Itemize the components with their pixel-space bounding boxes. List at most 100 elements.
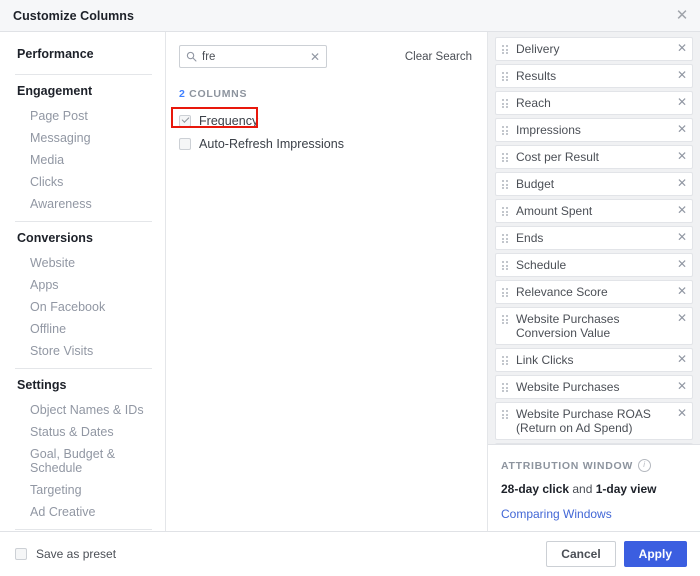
- sidebar-item-targeting[interactable]: Targeting: [0, 479, 165, 501]
- sidebar-heading-engagement[interactable]: Engagement: [0, 78, 165, 105]
- close-icon[interactable]: ✕: [677, 407, 687, 420]
- drag-handle-icon[interactable]: [502, 356, 509, 365]
- drag-handle-icon[interactable]: [502, 153, 509, 162]
- column-option-checkbox[interactable]: [179, 137, 191, 150]
- drag-handle-icon[interactable]: [502, 315, 509, 324]
- drag-handle-icon[interactable]: [502, 288, 509, 297]
- search-input[interactable]: [202, 50, 302, 63]
- sidebar-item-page-post[interactable]: Page Post: [0, 105, 165, 127]
- drag-handle-icon[interactable]: [502, 99, 509, 108]
- customize-columns-dialog: Customize Columns ✕ Performance Engagemen…: [0, 0, 700, 576]
- column-option-row[interactable]: Frequency: [166, 107, 487, 132]
- column-option-row[interactable]: Auto-Refresh Impressions: [166, 132, 487, 155]
- selected-column-chip[interactable]: Results ✕: [495, 64, 693, 88]
- sidebar-item-object-names-ids[interactable]: Object Names & IDs: [0, 399, 165, 421]
- close-icon[interactable]: ✕: [677, 380, 687, 393]
- sidebar-heading-settings[interactable]: Settings: [0, 372, 165, 399]
- sidebar-item-ad-creative[interactable]: Ad Creative: [0, 501, 165, 523]
- attribution-view-window: 1-day view: [595, 482, 657, 496]
- save-as-preset-checkbox[interactable]: [15, 548, 27, 560]
- close-icon[interactable]: ✕: [677, 231, 687, 244]
- apply-button[interactable]: Apply: [623, 541, 687, 567]
- selected-column-chip[interactable]: Website Purchases ✕: [495, 375, 693, 399]
- selected-columns-list: Delivery ✕ Results ✕ Reach ✕ Impressions ✕ Cost …: [488, 32, 700, 444]
- dialog-body: Performance Engagement Page Post Messaging M…: [0, 32, 700, 532]
- close-icon[interactable]: ✕: [677, 258, 687, 271]
- selected-column-label: Amount Spent: [516, 204, 593, 218]
- close-icon[interactable]: ✕: [677, 204, 687, 217]
- selected-column-chip[interactable]: Link Clicks ✕: [495, 348, 693, 372]
- sidebar-item-apps[interactable]: Apps: [0, 274, 165, 296]
- drag-handle-icon[interactable]: [502, 261, 509, 270]
- columns-search-panel: ✕ Clear Search 2 COLUMNS Frequency Auto-R…: [166, 32, 488, 531]
- drag-handle-icon[interactable]: [502, 410, 509, 419]
- sidebar-item-website[interactable]: Website: [0, 252, 165, 274]
- sidebar-item-offline[interactable]: Offline: [0, 318, 165, 340]
- cancel-button[interactable]: Cancel: [546, 541, 616, 567]
- attribution-heading: ATTRIBUTION WINDOW: [501, 459, 633, 472]
- sidebar-item-clicks[interactable]: Clicks: [0, 171, 165, 193]
- attribution-heading-row: ATTRIBUTION WINDOW i: [501, 459, 687, 472]
- close-icon[interactable]: ✕: [677, 42, 687, 55]
- drag-handle-icon[interactable]: [502, 180, 509, 189]
- columns-count-label: COLUMNS: [189, 88, 248, 100]
- drag-handle-icon[interactable]: [502, 126, 509, 135]
- save-as-preset-label: Save as preset: [36, 547, 117, 561]
- sidebar-item-on-facebook[interactable]: On Facebook: [0, 296, 165, 318]
- sidebar-divider: [15, 74, 152, 75]
- sidebar-item-awareness[interactable]: Awareness: [0, 193, 165, 215]
- close-icon[interactable]: ✕: [677, 123, 687, 136]
- close-icon[interactable]: ✕: [677, 150, 687, 163]
- selected-column-chip[interactable]: Reach ✕: [495, 91, 693, 115]
- selected-column-label: Cost per Result: [516, 150, 599, 164]
- column-option-label: Auto-Refresh Impressions: [199, 136, 344, 151]
- drag-handle-icon[interactable]: [502, 207, 509, 216]
- sidebar-group: Engagement Page Post Messaging Media Clicks A…: [0, 78, 165, 215]
- drag-handle-icon[interactable]: [502, 234, 509, 243]
- sidebar-group: Conversions Website Apps On Facebook Offline…: [0, 225, 165, 362]
- sidebar-item-status-dates[interactable]: Status & Dates: [0, 421, 165, 443]
- sidebar-heading-performance[interactable]: Performance: [0, 41, 165, 68]
- attribution-value: 28-day click and 1-day view: [501, 472, 687, 496]
- sidebar-item-goal-budget-schedule[interactable]: Goal, Budget & Schedule: [0, 443, 165, 479]
- selected-column-chip[interactable]: Schedule ✕: [495, 253, 693, 277]
- clear-search-link[interactable]: Clear Search: [405, 51, 474, 63]
- save-as-preset-toggle[interactable]: Save as preset: [13, 547, 116, 561]
- close-icon[interactable]: ✕: [677, 69, 687, 82]
- sidebar-item-messaging[interactable]: Messaging: [0, 127, 165, 149]
- info-icon[interactable]: i: [637, 459, 651, 472]
- close-icon[interactable]: ✕: [677, 285, 687, 298]
- selected-column-label: Link Clicks: [516, 353, 574, 367]
- category-sidebar: Performance Engagement Page Post Messaging M…: [0, 32, 166, 531]
- selected-column-chip[interactable]: Cost per Result ✕: [495, 145, 693, 169]
- close-icon[interactable]: ✕: [677, 312, 687, 325]
- selected-column-chip[interactable]: Budget ✕: [495, 172, 693, 196]
- selected-column-chip[interactable]: Website Purchases Conversion Value ✕: [495, 307, 693, 345]
- close-icon[interactable]: ✕: [677, 96, 687, 109]
- selected-column-chip[interactable]: Amount Spent ✕: [495, 199, 693, 223]
- clear-icon[interactable]: ✕: [310, 51, 320, 63]
- sidebar-divider: [15, 368, 152, 369]
- selected-column-chip[interactable]: Delivery ✕: [495, 37, 693, 61]
- selected-column-label: Results: [516, 69, 557, 83]
- sidebar-heading-conversions[interactable]: Conversions: [0, 225, 165, 252]
- column-option-checkbox[interactable]: [179, 114, 191, 127]
- columns-count: 2 COLUMNS: [166, 68, 487, 100]
- selected-column-chip[interactable]: Impressions ✕: [495, 118, 693, 142]
- selected-column-chip[interactable]: Ends ✕: [495, 226, 693, 250]
- selected-column-chip[interactable]: Website Purchase ROAS (Return on Ad Spen…: [495, 402, 693, 440]
- search-box[interactable]: ✕: [179, 45, 327, 68]
- search-icon: [186, 51, 197, 62]
- sidebar-item-store-visits[interactable]: Store Visits: [0, 340, 165, 362]
- drag-handle-icon[interactable]: [502, 45, 509, 54]
- sidebar-item-media[interactable]: Media: [0, 149, 165, 171]
- close-icon[interactable]: ✕: [673, 7, 691, 25]
- close-icon[interactable]: ✕: [677, 177, 687, 190]
- sidebar-divider: [15, 221, 152, 222]
- comparing-windows-link[interactable]: Comparing Windows: [501, 496, 687, 521]
- drag-handle-icon[interactable]: [502, 383, 509, 392]
- close-icon[interactable]: ✕: [677, 353, 687, 366]
- drag-handle-icon[interactable]: [502, 72, 509, 81]
- sidebar-group: Performance: [0, 41, 165, 68]
- selected-column-chip[interactable]: Relevance Score ✕: [495, 280, 693, 304]
